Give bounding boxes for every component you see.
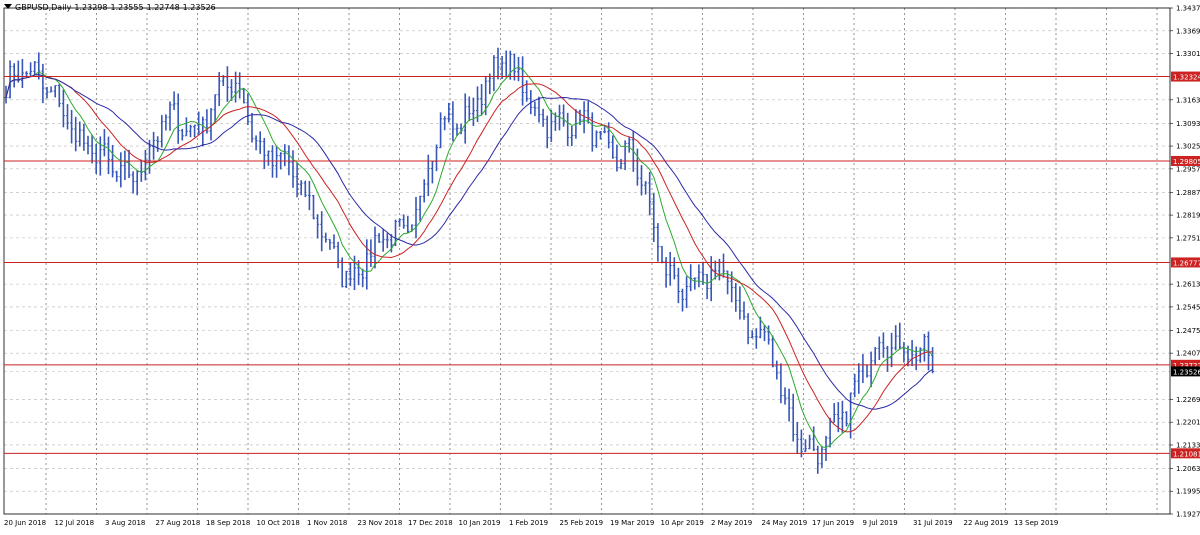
level-label: 1.29805 bbox=[1173, 158, 1200, 166]
y-tick-label: 1.26130 bbox=[1176, 281, 1200, 289]
x-tick-label: 3 Aug 2018 bbox=[105, 519, 145, 527]
y-tick-label: 1.29570 bbox=[1176, 165, 1200, 173]
x-tick-label: 10 Oct 2018 bbox=[257, 519, 300, 527]
level-label: 1.32324 bbox=[1173, 74, 1200, 82]
y-tick-label: 1.30930 bbox=[1176, 120, 1200, 128]
y-tick-label: 1.22690 bbox=[1176, 396, 1200, 404]
symbol-header: GBPUSD,Daily 1.23298 1.23555 1.22748 1.23526 bbox=[4, 3, 219, 12]
x-tick-label: 10 Jan 2019 bbox=[459, 519, 501, 527]
low-value: 1.22748 bbox=[146, 3, 180, 12]
x-tick-label: 17 Jun 2019 bbox=[812, 519, 854, 527]
level-label: 1.21081 bbox=[1173, 450, 1200, 458]
y-tick-label: 1.24070 bbox=[1176, 350, 1200, 358]
x-tick-label: 24 May 2019 bbox=[762, 519, 808, 527]
x-tick-label: 9 Jul 2019 bbox=[863, 519, 898, 527]
x-tick-label: 1 Nov 2018 bbox=[307, 519, 347, 527]
x-tick-label: 1 Feb 2019 bbox=[509, 519, 548, 527]
price-chart: 20 Jun 2018 12 Jul 2018 3 Aug 2018 27 Aug 2… bbox=[0, 0, 1200, 531]
x-tick-label: 12 Jul 2018 bbox=[55, 519, 95, 527]
x-tick-label: 17 Dec 2018 bbox=[408, 519, 453, 527]
high-value: 1.23555 bbox=[110, 3, 144, 12]
y-tick-label: 1.24750 bbox=[1176, 327, 1200, 335]
y-tick-label: 1.28870 bbox=[1176, 189, 1200, 197]
y-tick-label: 1.34370 bbox=[1176, 5, 1200, 13]
y-tick-label: 1.21330 bbox=[1176, 441, 1200, 449]
x-tick-label: 25 Feb 2019 bbox=[560, 519, 604, 527]
chart-background bbox=[0, 0, 1200, 531]
x-tick-label: 27 Aug 2018 bbox=[156, 519, 201, 527]
x-tick-label: 2 May 2019 bbox=[711, 519, 752, 527]
x-tick-label: 18 Sep 2018 bbox=[206, 519, 250, 527]
y-tick-label: 1.33010 bbox=[1176, 50, 1200, 58]
y-tick-label: 1.28190 bbox=[1176, 212, 1200, 220]
symbol-label: GBPUSD,Daily bbox=[15, 3, 72, 12]
x-tick-label: 10 Apr 2019 bbox=[661, 519, 704, 527]
y-tick-label: 1.19270 bbox=[1176, 511, 1200, 519]
chart-canvas: 20 Jun 2018 12 Jul 2018 3 Aug 2018 27 Aug 2… bbox=[0, 0, 1200, 531]
x-tick-label: 19 Mar 2019 bbox=[610, 519, 654, 527]
y-tick-label: 1.27510 bbox=[1176, 234, 1200, 242]
y-tick-label: 1.25450 bbox=[1176, 303, 1200, 311]
x-tick-label: 22 Aug 2019 bbox=[964, 519, 1009, 527]
x-tick-label: 20 Jun 2018 bbox=[4, 519, 46, 527]
y-tick-label: 1.22010 bbox=[1176, 419, 1200, 427]
open-value: 1.23298 bbox=[74, 3, 108, 12]
y-tick-label: 1.20630 bbox=[1176, 465, 1200, 473]
x-tick-label: 23 Nov 2018 bbox=[358, 519, 403, 527]
y-tick-label: 1.19950 bbox=[1176, 488, 1200, 496]
y-tick-label: 1.31630 bbox=[1176, 96, 1200, 104]
y-tick-label: 1.30250 bbox=[1176, 143, 1200, 151]
x-tick-label: 31 Jul 2019 bbox=[913, 519, 953, 527]
y-tick-label: 1.33690 bbox=[1176, 27, 1200, 35]
current-price-label: 1.23526 bbox=[1173, 368, 1200, 376]
level-label: 1.26777 bbox=[1173, 259, 1200, 267]
chart-dropdown-icon[interactable] bbox=[4, 4, 12, 9]
x-tick-label: 13 Sep 2019 bbox=[1014, 519, 1058, 527]
close-value: 1.23526 bbox=[182, 3, 216, 12]
